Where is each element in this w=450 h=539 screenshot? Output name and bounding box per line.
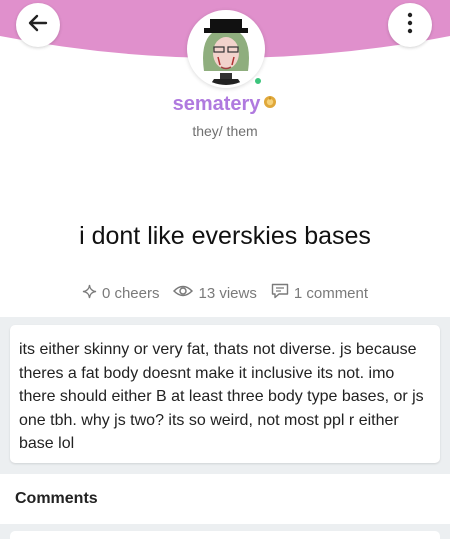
comment-card[interactable]	[10, 531, 440, 539]
eye-icon	[173, 284, 198, 302]
post-stats: 0 cheers 13 views 1 comment	[0, 283, 450, 303]
comments-header: Comments	[0, 474, 450, 524]
avatar[interactable]	[187, 10, 265, 88]
sparkle-icon	[82, 284, 102, 303]
more-vertical-icon	[407, 12, 413, 38]
gold-badge-icon	[263, 94, 277, 113]
online-status-dot	[253, 76, 263, 86]
views-stat: 13 views	[173, 283, 257, 303]
post-card: its either skinny or very fat, thats not…	[10, 325, 440, 463]
cheers-count: 0 cheers	[101, 284, 160, 302]
more-options-button[interactable]	[388, 3, 432, 47]
comments-title: Comments	[15, 490, 98, 507]
comments-count: 1 comment	[293, 284, 369, 302]
comment-icon	[271, 283, 294, 303]
content-area: its either skinny or very fat, thats not…	[0, 317, 450, 539]
comments-stat[interactable]: 1 comment	[271, 283, 368, 303]
username-row: sematery	[0, 93, 450, 116]
username[interactable]: sematery	[173, 93, 261, 115]
avatar-image	[187, 10, 265, 88]
post-title: i dont like everskies bases	[79, 222, 371, 250]
arrow-left-icon	[27, 12, 49, 38]
post-body: its either skinny or very fat, thats not…	[19, 341, 424, 452]
cheers-stat[interactable]: 0 cheers	[82, 283, 160, 303]
views-count: 13 views	[198, 284, 257, 302]
back-button[interactable]	[16, 3, 60, 47]
pronouns: they/ them	[192, 123, 258, 139]
